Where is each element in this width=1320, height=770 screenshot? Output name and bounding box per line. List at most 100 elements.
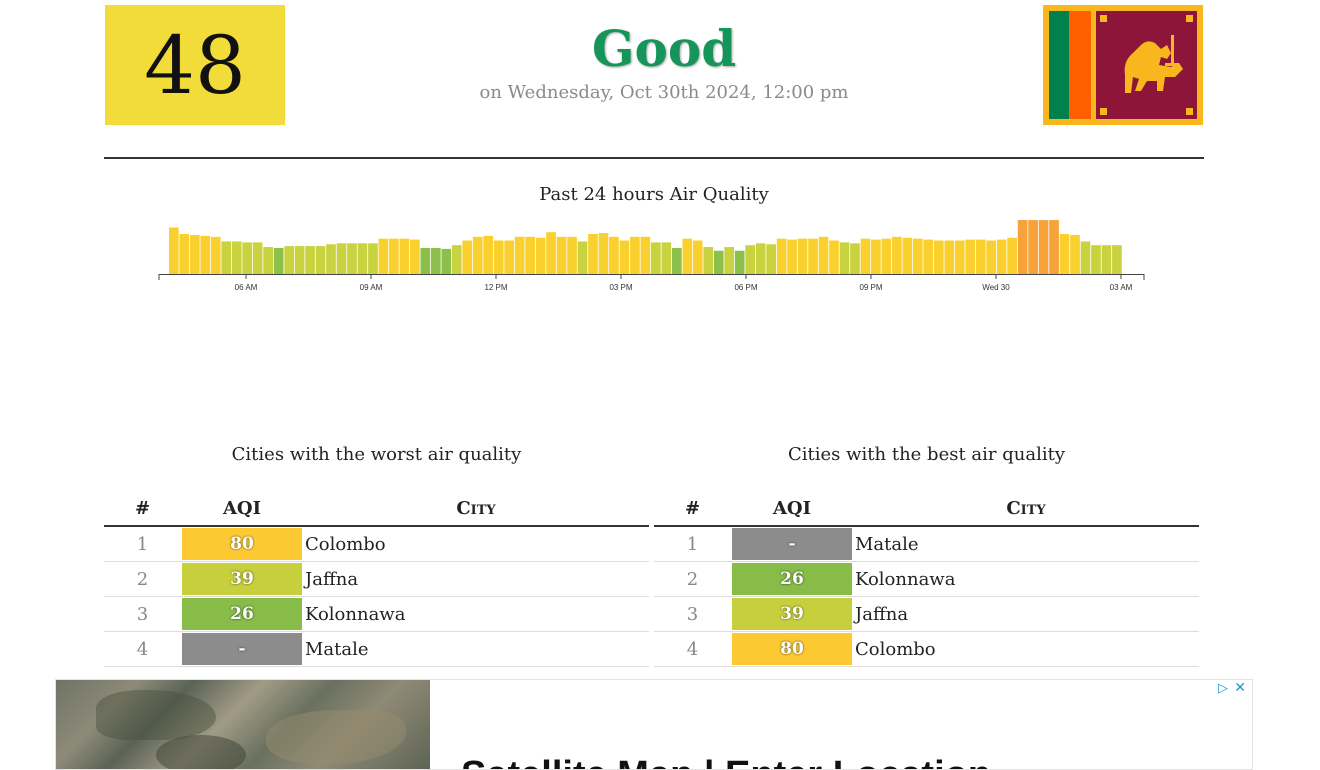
chart-bar[interactable] xyxy=(996,239,1007,274)
chart-bar[interactable] xyxy=(389,238,399,274)
table-row[interactable]: 4- Matale xyxy=(104,631,649,667)
chart-bar[interactable] xyxy=(347,243,357,274)
chart-bar[interactable] xyxy=(598,233,609,274)
chart-bar[interactable] xyxy=(1038,220,1049,274)
chart-bar[interactable] xyxy=(294,246,305,274)
chart-bar[interactable] xyxy=(797,238,808,274)
chart-bar[interactable] xyxy=(734,250,745,274)
chart-bar[interactable] xyxy=(462,240,473,274)
chart-bar[interactable] xyxy=(221,241,232,274)
chart-bar[interactable] xyxy=(776,238,787,274)
chart-bar[interactable] xyxy=(357,243,368,274)
table-row[interactable]: 2 39 Jaffna xyxy=(104,561,649,597)
chart-bar[interactable] xyxy=(179,234,190,274)
chart-bar[interactable] xyxy=(305,246,315,274)
chart-bar[interactable] xyxy=(829,240,839,274)
chart-bar[interactable] xyxy=(965,239,976,274)
chart-bar[interactable] xyxy=(483,235,494,274)
chart-bar[interactable] xyxy=(975,239,986,274)
chart-bar[interactable] xyxy=(745,245,756,274)
chart-bar[interactable] xyxy=(912,238,923,274)
table-row[interactable]: 3 26 Kolonnawa xyxy=(104,596,649,632)
chart-bar[interactable] xyxy=(535,237,546,274)
chart-bar[interactable] xyxy=(609,236,619,274)
chart-bar[interactable] xyxy=(410,239,420,274)
chart-bar[interactable] xyxy=(682,238,693,274)
city-link[interactable]: Jaffna xyxy=(303,561,649,597)
chart-bar[interactable] xyxy=(661,242,672,274)
chart-bar[interactable] xyxy=(252,242,263,274)
chart-bar[interactable] xyxy=(1080,241,1091,274)
chart-bar[interactable] xyxy=(787,239,797,274)
chart-bar[interactable] xyxy=(923,239,934,274)
city-link[interactable]: Matale xyxy=(303,631,649,667)
chart-bar[interactable] xyxy=(619,240,630,274)
chart-bar[interactable] xyxy=(871,239,881,274)
chart-bar[interactable] xyxy=(692,240,703,274)
chart-bar[interactable] xyxy=(504,240,514,274)
chart-bar[interactable] xyxy=(640,236,651,274)
chart-bar[interactable] xyxy=(860,238,871,274)
chart-bar[interactable] xyxy=(1059,234,1070,274)
ad-choices-icon[interactable]: ▷ xyxy=(1218,681,1228,696)
chart-bar[interactable] xyxy=(850,243,860,274)
city-link[interactable]: Matale xyxy=(853,526,1199,562)
chart-bar[interactable] xyxy=(546,232,556,274)
chart-bar[interactable] xyxy=(1112,245,1122,274)
chart-bar[interactable] xyxy=(1028,220,1038,274)
chart-bar[interactable] xyxy=(1017,220,1028,274)
chart-bar[interactable] xyxy=(169,227,179,275)
chart-bar[interactable] xyxy=(189,234,200,274)
ad-close-button[interactable]: ✕ xyxy=(1234,680,1246,696)
chart-bar[interactable] xyxy=(514,236,525,274)
city-link[interactable]: Jaffna xyxy=(853,596,1199,632)
city-link[interactable]: Colombo xyxy=(853,631,1199,667)
chart-bar[interactable] xyxy=(472,236,483,274)
chart-bar[interactable] xyxy=(567,236,577,274)
chart-bar[interactable] xyxy=(755,243,766,274)
chart-bar[interactable] xyxy=(420,247,431,274)
chart-bar[interactable] xyxy=(441,248,452,274)
chart-bar[interactable] xyxy=(399,238,410,274)
chart-bar[interactable] xyxy=(451,245,462,274)
chart-bar[interactable] xyxy=(839,242,850,274)
chart-bar[interactable] xyxy=(284,246,294,274)
chart-bar[interactable] xyxy=(944,240,955,274)
chart-bar[interactable] xyxy=(430,247,441,274)
table-row[interactable]: 4 80 Colombo xyxy=(654,631,1199,667)
table-row[interactable]: 2 26 Kolonnawa xyxy=(654,561,1199,597)
chart-bar[interactable] xyxy=(766,244,776,274)
chart-bar[interactable] xyxy=(273,247,284,274)
table-row[interactable]: 1- Matale xyxy=(654,526,1199,562)
chart-bar[interactable] xyxy=(703,247,714,274)
city-link[interactable]: Colombo xyxy=(303,526,649,562)
city-link[interactable]: Kolonnawa xyxy=(853,561,1199,597)
ad-headline[interactable]: Satellite Map | Enter Location xyxy=(461,754,991,769)
chart-bar[interactable] xyxy=(1007,237,1017,274)
chart-bar[interactable] xyxy=(368,243,378,274)
chart-bar[interactable] xyxy=(210,236,221,274)
chart-bar[interactable] xyxy=(818,236,829,274)
chart-bar[interactable] xyxy=(1091,245,1101,274)
chart-bar[interactable] xyxy=(378,238,389,274)
chart-bar[interactable] xyxy=(651,242,661,274)
chart-bar[interactable] xyxy=(892,236,902,274)
chart-bar[interactable] xyxy=(242,242,253,274)
chart-bar[interactable] xyxy=(336,243,347,274)
chart-bar[interactable] xyxy=(326,244,336,274)
chart-bar[interactable] xyxy=(493,240,504,274)
ad-banner[interactable]: Satellite Map | Enter Location ▷ ✕ xyxy=(55,679,1253,770)
chart-bar[interactable] xyxy=(315,246,326,274)
chart-bar[interactable] xyxy=(671,247,682,274)
chart-bar[interactable] xyxy=(630,236,640,274)
chart-bar[interactable] xyxy=(881,238,892,274)
chart-bar[interactable] xyxy=(808,238,818,274)
chart-bar[interactable] xyxy=(588,234,598,274)
chart-bar[interactable] xyxy=(713,250,724,274)
city-link[interactable]: Kolonnawa xyxy=(303,596,649,632)
chart-bar[interactable] xyxy=(263,247,273,274)
chart-bar[interactable] xyxy=(556,236,567,274)
ad-satellite-image[interactable] xyxy=(56,680,430,769)
chart-bar[interactable] xyxy=(1101,245,1112,274)
chart-bar[interactable] xyxy=(200,235,211,274)
